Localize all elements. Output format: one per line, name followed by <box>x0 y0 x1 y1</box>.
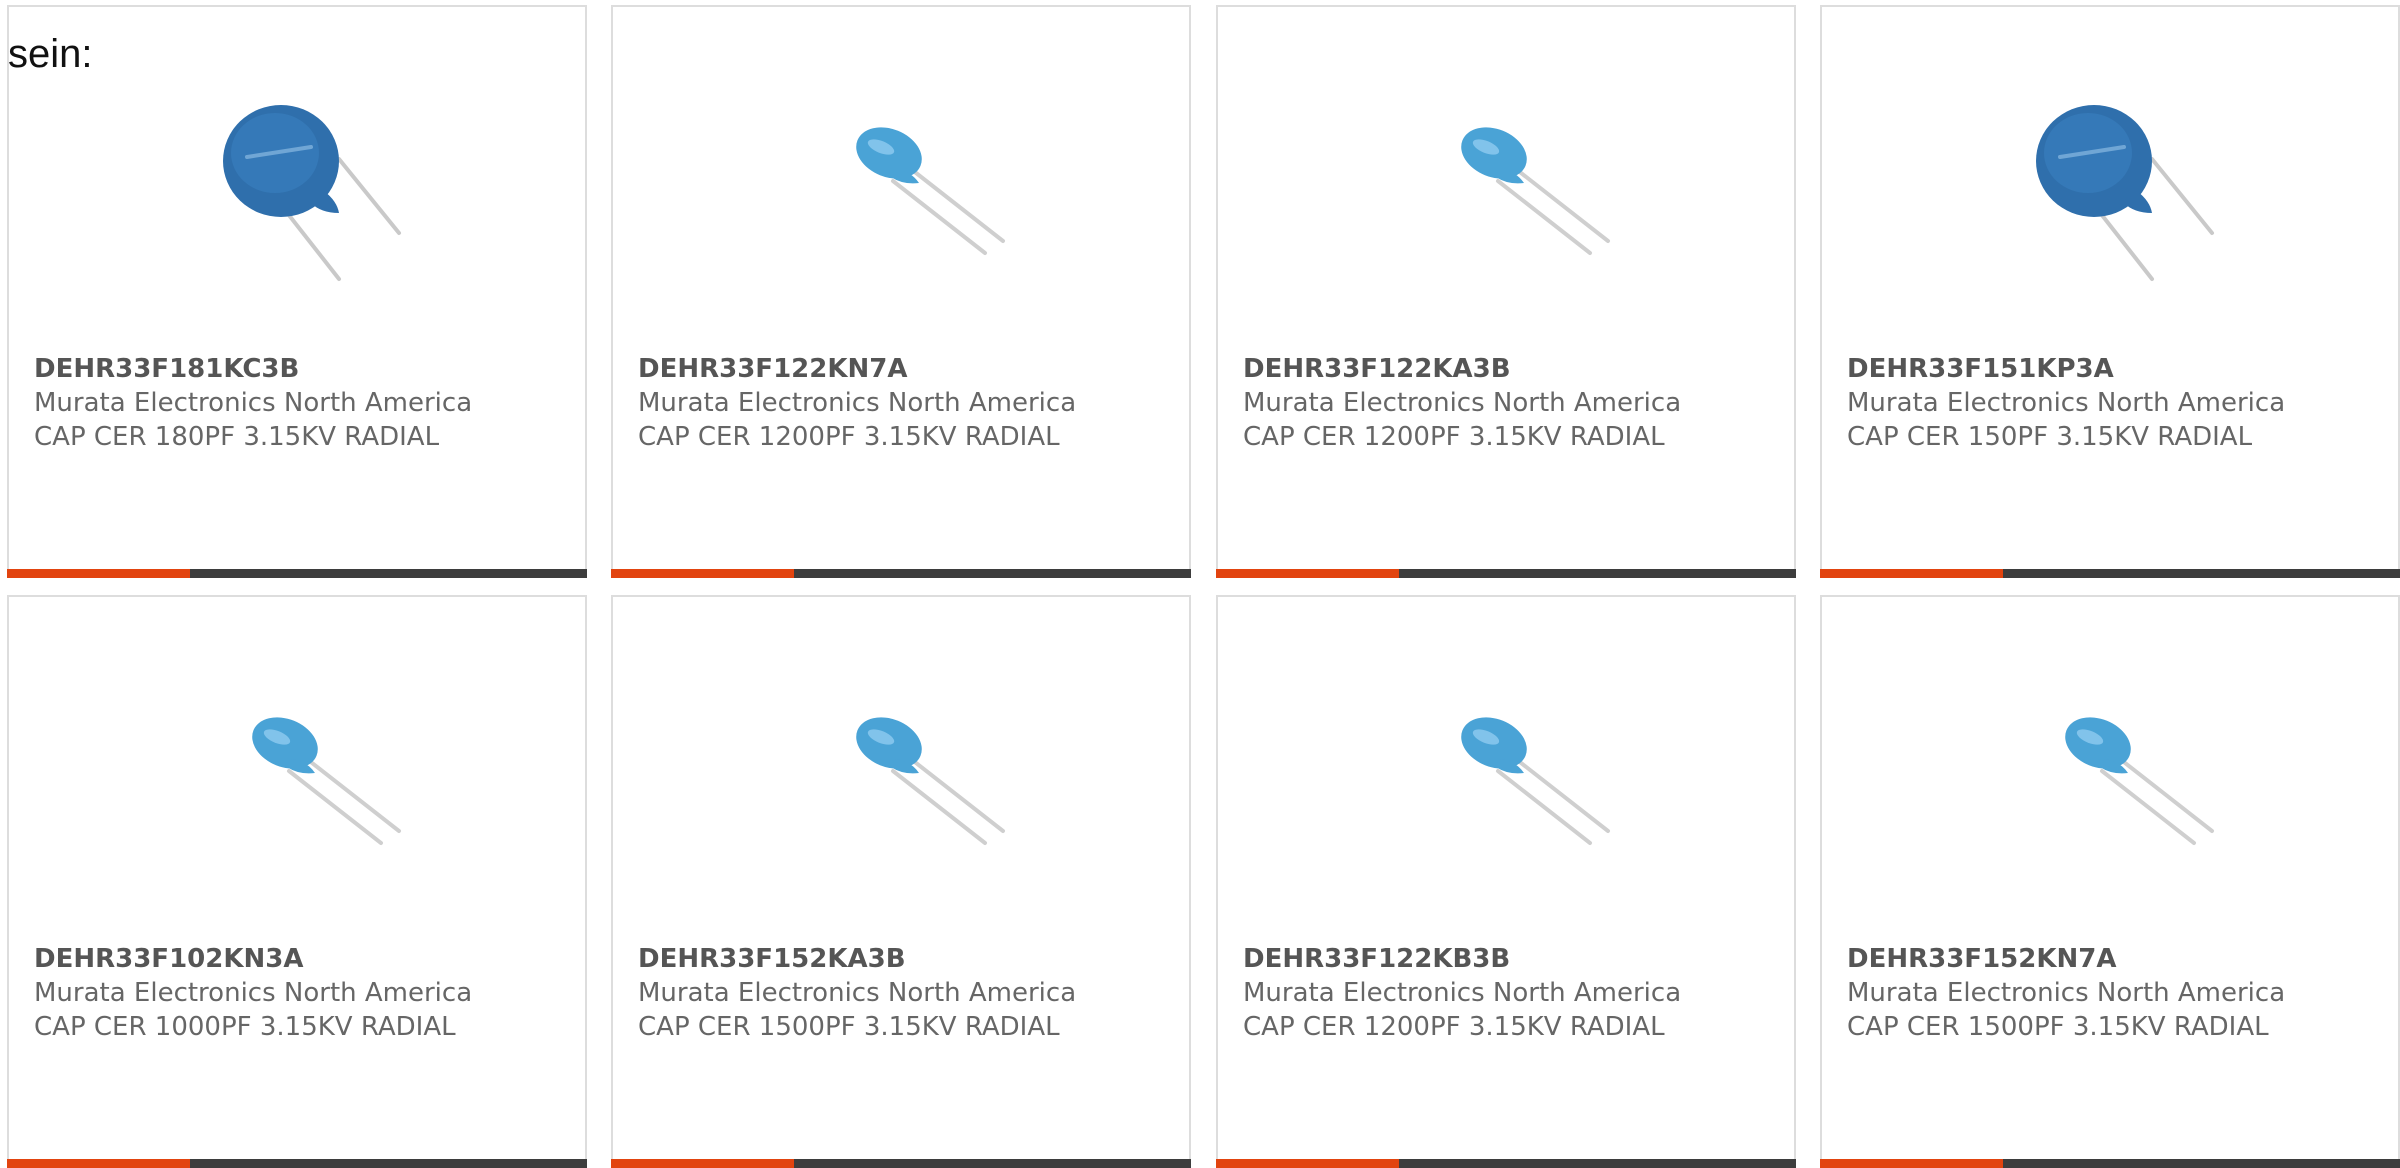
card-accent-bar <box>7 1159 190 1168</box>
part-number-link[interactable]: DEHR33F151KP3A <box>1847 352 2388 386</box>
description: CAP CER 1500PF 3.15KV RADIAL <box>638 1012 1060 1042</box>
card-accent-bar <box>7 569 190 578</box>
card-footer-bar <box>1820 1159 2400 1168</box>
product-image[interactable] <box>2002 663 2222 879</box>
product-info: DEHR33F152KN7A Murata Electronics North A… <box>1847 942 2388 1044</box>
small-disc-capacitor-icon <box>793 73 1013 289</box>
manufacturer: Murata Electronics North America <box>1847 978 2286 1008</box>
manufacturer: Murata Electronics North America <box>1243 388 1682 418</box>
manufacturer: Murata Electronics North America <box>638 388 1077 418</box>
part-number-link[interactable]: DEHR33F181KC3B <box>34 352 575 386</box>
card-footer-bar <box>7 1159 587 1168</box>
product-image[interactable] <box>2002 73 2222 289</box>
description: CAP CER 1200PF 3.15KV RADIAL <box>1243 422 1665 452</box>
product-image[interactable] <box>189 73 409 289</box>
product-image[interactable] <box>1398 73 1618 289</box>
manufacturer: Murata Electronics North America <box>34 388 473 418</box>
part-number-link[interactable]: DEHR33F152KN7A <box>1847 942 2388 976</box>
product-card[interactable]: DEHR33F102KN3A Murata Electronics North A… <box>7 595 587 1168</box>
product-card[interactable]: DEHR33F151KP3A Murata Electronics North A… <box>1820 5 2400 578</box>
manufacturer: Murata Electronics North America <box>638 978 1077 1008</box>
product-info: DEHR33F122KB3B Murata Electronics North A… <box>1243 942 1784 1044</box>
product-card[interactable]: DEHR33F152KN7A Murata Electronics North A… <box>1820 595 2400 1168</box>
part-number-link[interactable]: DEHR33F152KA3B <box>638 942 1179 976</box>
card-footer-bar <box>1820 569 2400 578</box>
small-disc-capacitor-icon <box>1398 663 1618 879</box>
card-footer-bar <box>611 1159 1191 1168</box>
product-info: DEHR33F152KA3B Murata Electronics North A… <box>638 942 1179 1044</box>
small-disc-capacitor-icon <box>1398 73 1618 289</box>
card-accent-bar <box>1216 1159 1399 1168</box>
manufacturer: Murata Electronics North America <box>1847 388 2286 418</box>
product-card[interactable]: DEHR33F122KN7A Murata Electronics North A… <box>611 5 1191 578</box>
product-image[interactable] <box>1398 663 1618 879</box>
large-disc-capacitor-icon <box>2002 73 2222 289</box>
card-accent-bar <box>1216 569 1399 578</box>
product-info: DEHR33F181KC3B Murata Electronics North A… <box>34 352 575 454</box>
small-disc-capacitor-icon <box>189 663 409 879</box>
card-accent-bar <box>1820 569 2003 578</box>
description: CAP CER 1200PF 3.15KV RADIAL <box>1243 1012 1665 1042</box>
part-number-link[interactable]: DEHR33F122KB3B <box>1243 942 1784 976</box>
product-image[interactable] <box>793 73 1013 289</box>
card-footer-bar <box>7 569 587 578</box>
product-card[interactable]: DEHR33F122KB3B Murata Electronics North A… <box>1216 595 1796 1168</box>
intro-text: sein: <box>8 32 93 76</box>
card-footer-bar <box>611 569 1191 578</box>
product-card[interactable]: DEHR33F122KA3B Murata Electronics North A… <box>1216 5 1796 578</box>
product-image[interactable] <box>189 663 409 879</box>
description: CAP CER 1200PF 3.15KV RADIAL <box>638 422 1060 452</box>
card-footer-bar <box>1216 569 1796 578</box>
card-accent-bar <box>611 569 794 578</box>
small-disc-capacitor-icon <box>793 663 1013 879</box>
card-accent-bar <box>611 1159 794 1168</box>
large-disc-capacitor-icon <box>189 73 409 289</box>
card-accent-bar <box>1820 1159 2003 1168</box>
part-number-link[interactable]: DEHR33F102KN3A <box>34 942 575 976</box>
product-grid: DEHR33F181KC3B Murata Electronics North A… <box>7 5 2400 1168</box>
manufacturer: Murata Electronics North America <box>34 978 473 1008</box>
part-number-link[interactable]: DEHR33F122KN7A <box>638 352 1179 386</box>
card-footer-bar <box>1216 1159 1796 1168</box>
product-info: DEHR33F102KN3A Murata Electronics North A… <box>34 942 575 1044</box>
product-image[interactable] <box>793 663 1013 879</box>
product-info: DEHR33F122KA3B Murata Electronics North A… <box>1243 352 1784 454</box>
part-number-link[interactable]: DEHR33F122KA3B <box>1243 352 1784 386</box>
small-disc-capacitor-icon <box>2002 663 2222 879</box>
product-card[interactable]: DEHR33F181KC3B Murata Electronics North A… <box>7 5 587 578</box>
product-info: DEHR33F122KN7A Murata Electronics North A… <box>638 352 1179 454</box>
manufacturer: Murata Electronics North America <box>1243 978 1682 1008</box>
product-info: DEHR33F151KP3A Murata Electronics North A… <box>1847 352 2388 454</box>
product-card[interactable]: DEHR33F152KA3B Murata Electronics North A… <box>611 595 1191 1168</box>
description: CAP CER 150PF 3.15KV RADIAL <box>1847 422 2253 452</box>
description: CAP CER 1500PF 3.15KV RADIAL <box>1847 1012 2269 1042</box>
description: CAP CER 1000PF 3.15KV RADIAL <box>34 1012 456 1042</box>
description: CAP CER 180PF 3.15KV RADIAL <box>34 422 440 452</box>
